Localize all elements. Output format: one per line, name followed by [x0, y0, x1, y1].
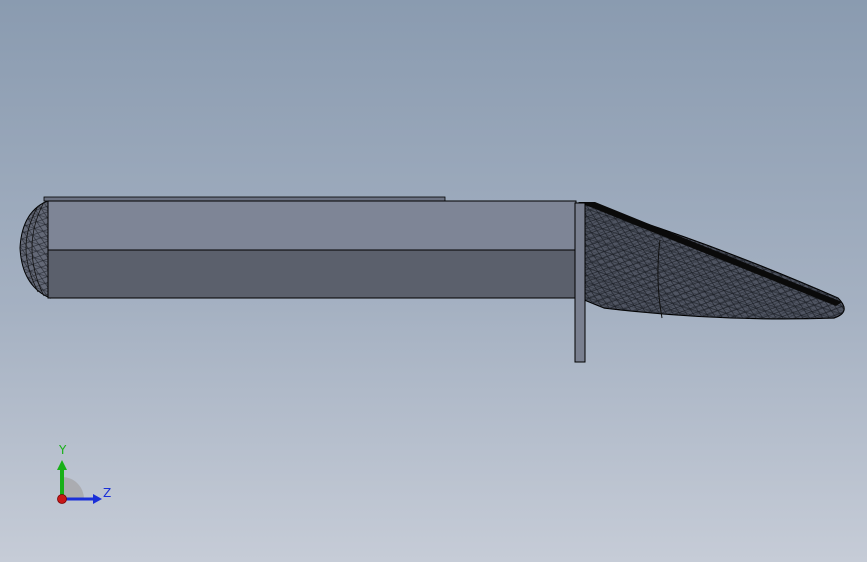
tapered-tail[interactable] — [578, 202, 845, 320]
triad-y-label: Y — [59, 443, 67, 457]
left-nose-cap — [19, 199, 51, 299]
graphics-viewport[interactable]: Y Z — [0, 0, 867, 562]
triad-z-label: Z — [103, 486, 112, 500]
vertical-fin[interactable] — [574, 202, 586, 363]
model-view[interactable] — [0, 0, 867, 562]
top-rail — [43, 196, 446, 202]
orientation-triad[interactable]: Y Z — [50, 440, 120, 510]
main-body[interactable] — [47, 200, 577, 299]
